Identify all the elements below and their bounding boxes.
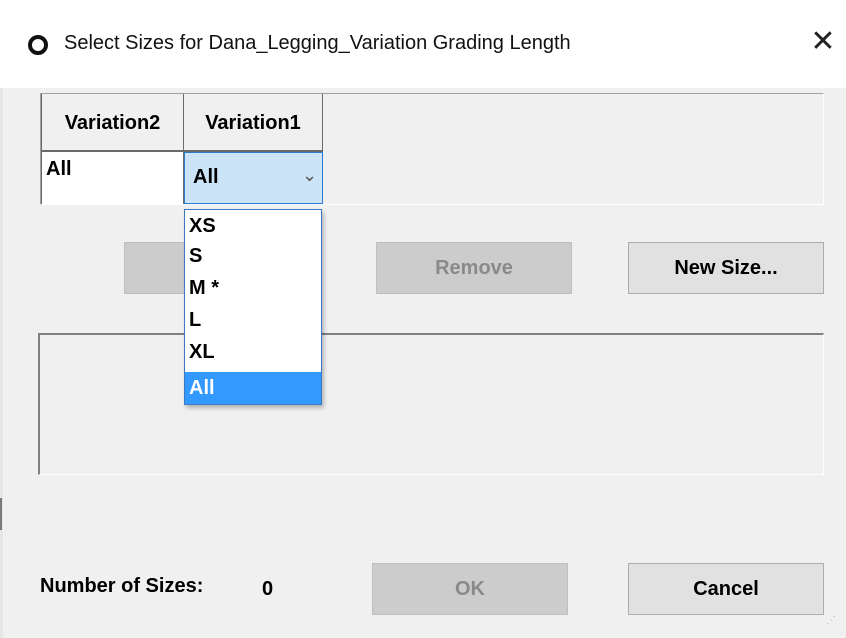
variation-grid: Variation2 Variation1 All All ⌄ — [40, 93, 824, 205]
cancel-button[interactable]: Cancel — [628, 563, 824, 615]
window-left-edge — [0, 88, 3, 638]
dropdown-option-s[interactable]: S — [185, 240, 321, 272]
variation1-selected-value: All — [193, 166, 219, 188]
edge-marker — [0, 498, 2, 530]
app-icon — [28, 35, 48, 55]
add-button[interactable] — [124, 242, 190, 294]
column-header-variation2: Variation2 — [41, 94, 184, 152]
ok-button[interactable]: OK — [372, 563, 568, 615]
title-bar: Select Sizes for Dana_Legging_Variation … — [0, 0, 846, 88]
number-of-sizes-label: Number of Sizes: — [40, 575, 204, 597]
dropdown-option-all[interactable]: All — [185, 372, 321, 404]
variation1-combo[interactable]: All ⌄ — [184, 152, 323, 204]
dropdown-option-m[interactable]: M * — [185, 272, 321, 304]
dropdown-option-l[interactable]: L — [185, 304, 321, 336]
column-header-variation1: Variation1 — [184, 94, 323, 152]
variation2-value-cell[interactable]: All — [41, 152, 184, 204]
dropdown-option-xs[interactable]: XS — [185, 210, 321, 242]
close-icon[interactable]: ✕ — [808, 26, 838, 58]
resize-grip-icon[interactable]: ⋰ — [826, 616, 844, 636]
number-of-sizes-value: 0 — [262, 578, 274, 600]
sizes-list[interactable] — [38, 333, 824, 475]
remove-button[interactable]: Remove — [376, 242, 572, 294]
dropdown-option-xl[interactable]: XL — [185, 336, 321, 368]
chevron-down-icon[interactable]: ⌄ — [302, 167, 317, 185]
new-size-button[interactable]: New Size... — [628, 242, 824, 294]
window-title: Select Sizes for Dana_Legging_Variation … — [64, 32, 571, 54]
variation1-dropdown-list[interactable]: XS S M * L XL All — [184, 209, 322, 405]
